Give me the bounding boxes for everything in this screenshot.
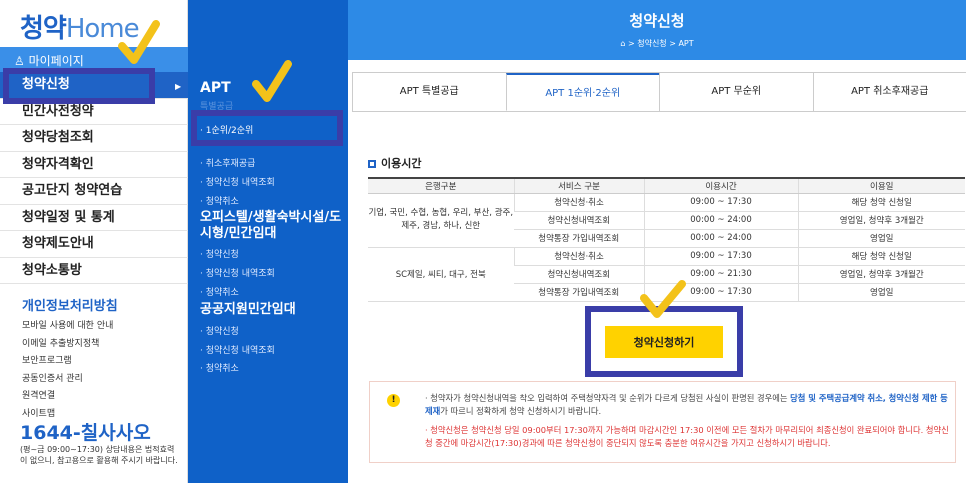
link-remote[interactable]: 원격연결 <box>22 388 113 406</box>
mega-officetel-title: 오피스텔/생활숙박시설/도시형/민간임대 <box>200 210 342 241</box>
user-icon: ♙ <box>14 54 29 68</box>
col-hours: 이용시간 <box>643 177 798 194</box>
highlight-box-rank <box>191 110 343 146</box>
cell: 해당 청약 신청일 <box>797 193 965 212</box>
table-header-row: 은행구분 서비스 구분 이용시간 이용일 <box>368 177 965 194</box>
col-days: 이용일 <box>797 177 965 194</box>
mega-officetel-apply[interactable]: · 청약신청 <box>200 247 239 260</box>
call-center-note: (평~금 09:00~17:30) 상담내용은 법적효력이 없으니, 참고용으로… <box>20 445 178 465</box>
checkmark-icon <box>252 60 292 102</box>
cell: 청약신청·취소 <box>513 247 644 266</box>
mega-public-title: 공공지원민간임대 <box>200 302 296 317</box>
apt-tabs: APT 특별공급 APT 1순위·2순위 APT 무순위 APT 취소후재공급 <box>352 72 966 112</box>
mega-public-apply[interactable]: · 청약신청 <box>200 324 239 337</box>
menu-item-winning-lookup[interactable]: 청약당첨조회 <box>0 125 188 152</box>
mega-apt-reissue[interactable]: · 취소후재공급 <box>200 156 255 169</box>
bank-group-2: SC제일, 씨티, 대구, 전북 <box>368 247 514 302</box>
menu-item-eligibility[interactable]: 청약자격확인 <box>0 152 188 178</box>
cell: 청약신청·취소 <box>513 193 644 212</box>
col-bank: 은행구분 <box>368 177 514 194</box>
link-certificate[interactable]: 공동인증서 관리 <box>22 371 113 389</box>
cell: 영업일 <box>797 283 965 302</box>
table-row: 기업, 국민, 수협, 농협, 우리, 부산, 광주, 제주, 경남, 하나, … <box>368 193 965 248</box>
menu-item-practice[interactable]: 공고단지 청약연습 <box>0 178 188 205</box>
checkmark-icon <box>118 20 160 64</box>
cell: 청약신청내역조회 <box>514 265 644 284</box>
mega-apt-title: APT <box>200 80 231 96</box>
tab-apt-rank[interactable]: APT 1순위·2순위 <box>505 73 659 111</box>
cell: 청약통장 가입내역조회 <box>514 229 644 248</box>
cell: 00:00 ~ 24:00 <box>643 229 798 248</box>
cell: 09:00 ~ 17:30 <box>643 247 798 266</box>
square-bullet-icon <box>368 160 376 168</box>
tab-apt-no-rank[interactable]: APT 무순위 <box>659 73 813 111</box>
breadcrumb: ⌂ > 청약신청 > APT <box>620 39 694 48</box>
mega-public-cancel[interactable]: · 청약취소 <box>200 361 239 374</box>
bank-group-1: 기업, 국민, 수협, 농협, 우리, 부산, 광주, 제주, 경남, 하나, … <box>368 193 514 248</box>
checkmark-icon <box>640 280 686 318</box>
tab-apt-special[interactable]: APT 특별공급 <box>352 73 506 111</box>
notice-box: ! · 청약자가 청약신청내역을 착오 입력하여 주택청약자격 및 순위가 다르… <box>369 381 956 463</box>
notice-text-2: · 청약신청은 청약신청 당일 09:00부터 17:30까지 가능하며 마감시… <box>425 425 949 448</box>
menu-item-schedule-stats[interactable]: 청약일정 및 통계 <box>0 205 188 231</box>
link-security-program[interactable]: 보안프로그램 <box>22 353 113 371</box>
highlight-box-menu <box>3 68 155 104</box>
tab-apt-reissue[interactable]: APT 취소후재공급 <box>812 73 966 111</box>
cell: 해당 청약 신청일 <box>797 247 965 266</box>
notice-text-1: · 청약자가 청약신청내역을 착오 입력하여 주택청약자격 및 순위가 다르게 … <box>425 393 948 416</box>
table-row: SC제일, 씨티, 대구, 전북 청약신청·취소 09:00 ~ 17:30 해당 … <box>368 247 965 302</box>
link-mobile-guide[interactable]: 모바일 사용에 대한 안내 <box>22 318 113 336</box>
cell: 영업일 <box>797 229 965 248</box>
cell: 09:00 ~ 17:30 <box>643 193 798 212</box>
mega-apt-history[interactable]: · 청약신청 내역조회 <box>200 175 275 188</box>
privacy-policy-link[interactable]: 개인정보처리방침 <box>22 295 118 314</box>
cell: 영업일, 청약후 3개월간 <box>797 211 965 230</box>
menu-item-community[interactable]: 청약소통방 <box>0 258 188 284</box>
cell: 00:00 ~ 24:00 <box>643 211 798 230</box>
cell: 청약통장 가입내역조회 <box>514 283 644 302</box>
footer-links: 모바일 사용에 대한 안내 이메일 추출방지정책 보안프로그램 공동인증서 관리… <box>22 318 113 423</box>
section-title: 이용시간 <box>368 155 421 171</box>
mega-apt-cancel[interactable]: · 청약취소 <box>200 194 239 207</box>
exclamation-icon: ! <box>387 394 400 407</box>
page-title: 청약신청 <box>629 12 685 30</box>
col-service: 서비스 구분 <box>513 177 644 194</box>
mega-public-history[interactable]: · 청약신청 내역조회 <box>200 343 275 356</box>
mega-officetel-cancel[interactable]: · 청약취소 <box>200 285 239 298</box>
link-email-policy[interactable]: 이메일 추출방지정책 <box>22 336 113 354</box>
call-center-number: 1644-칠사사오 <box>20 422 151 444</box>
menu-item-system-guide[interactable]: 청약제도안내 <box>0 231 188 258</box>
apply-button[interactable]: 청약신청하기 <box>605 326 723 358</box>
page-header: 청약신청 ⌂ > 청약신청 > APT <box>348 0 966 60</box>
chevron-right-icon: ▶ <box>175 82 182 91</box>
mega-officetel-history[interactable]: · 청약신청 내역조회 <box>200 266 275 279</box>
cell: 영업일, 청약후 3개월간 <box>797 265 965 284</box>
cell: 청약신청내역조회 <box>514 211 644 230</box>
